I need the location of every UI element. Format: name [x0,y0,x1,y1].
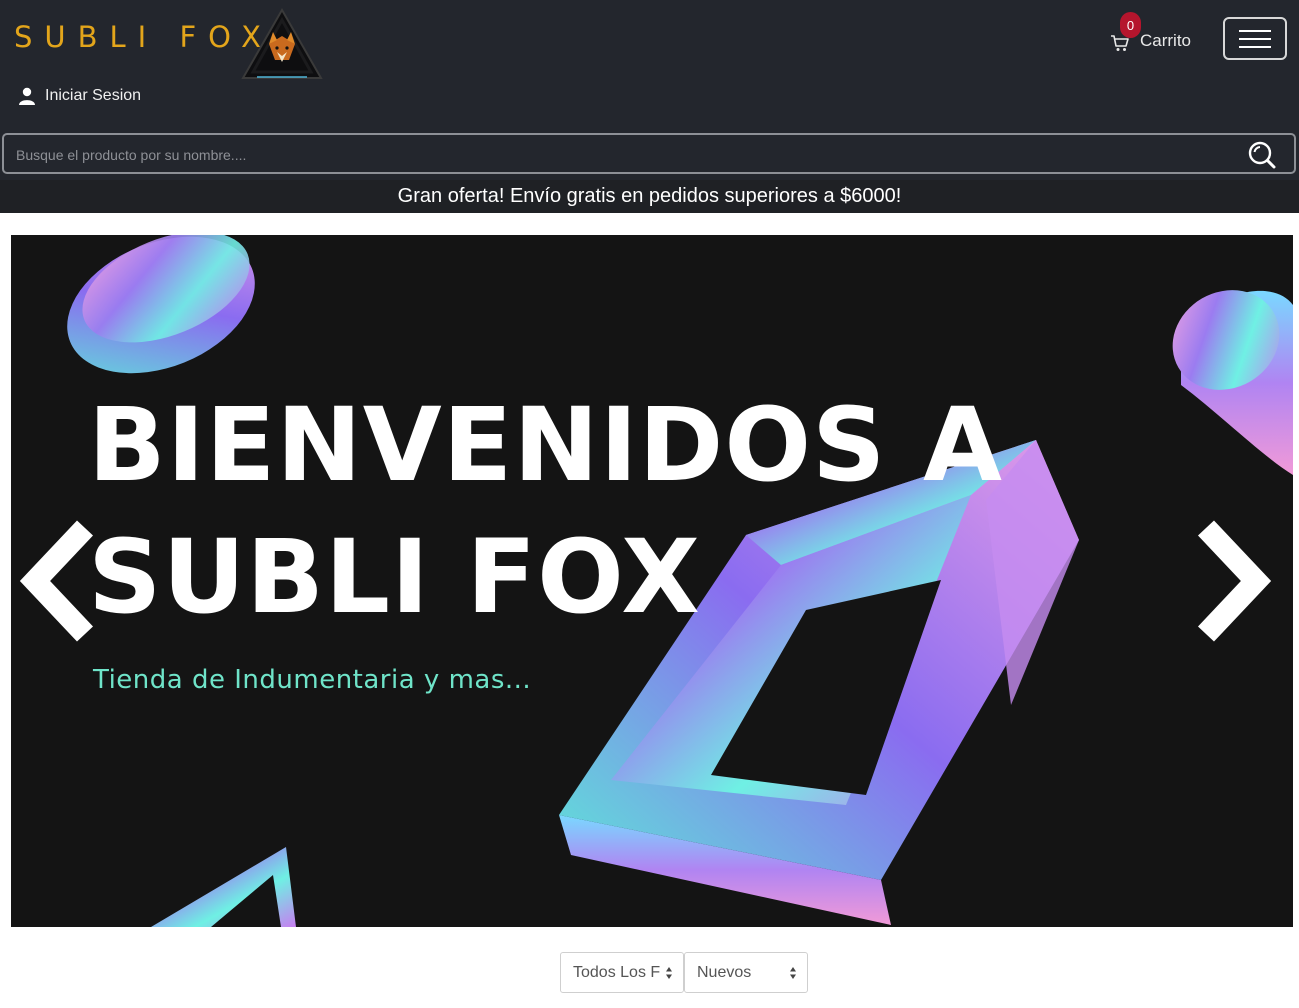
cart-count-badge: 0 [1120,12,1141,38]
category-select-value: Todos Los F [573,963,661,981]
search-input[interactable] [4,135,1238,174]
fox-triangle-logo [241,7,323,79]
user-icon [19,87,35,105]
cart-link[interactable]: 0 Carrito [1110,12,1192,54]
hamburger-icon [1239,29,1271,32]
search-bar [2,133,1296,174]
sort-select[interactable]: Nuevos [684,952,808,993]
cart-label: Carrito [1140,31,1192,50]
brand[interactable]: SUBLI FOX [14,7,323,79]
hamburger-line [1239,45,1271,48]
product-filters: Todos Los F Nuevos [560,952,808,993]
search-icon[interactable] [1247,140,1277,170]
hero-title: BIENVENIDOS A SUBLI FOX [88,380,1003,644]
select-arrows-icon [666,967,672,979]
hero-title-line-2: SUBLI FOX [88,518,701,637]
promo-banner: Gran oferta! Envío gratis en pedidos sup… [0,180,1299,213]
hero-carousel: BIENVENIDOS A SUBLI FOX Tienda de Indume… [11,235,1293,927]
menu-toggle-button[interactable] [1223,17,1287,60]
chevron-right-icon[interactable] [1192,518,1272,644]
hero-title-line-1: BIENVENIDOS A [88,386,1003,505]
promo-text: Gran oferta! Envío gratis en pedidos sup… [397,185,902,207]
header-bar: SUBLI FOX 0 Carrito Iniciar Sesion Busqu… [0,0,1299,180]
login-link[interactable]: Iniciar Sesion [18,87,141,105]
category-select[interactable]: Todos Los F [560,952,684,993]
login-label: Iniciar Sesion [45,87,142,104]
sort-select-value: Nuevos [697,963,752,981]
hero-subtitle: Tienda de Indumentaria y mas... [93,665,532,695]
brand-name: SUBLI FOX [14,20,273,54]
chevron-left-icon[interactable] [19,518,99,644]
hamburger-line [1239,37,1271,40]
select-arrows-icon [790,967,796,979]
